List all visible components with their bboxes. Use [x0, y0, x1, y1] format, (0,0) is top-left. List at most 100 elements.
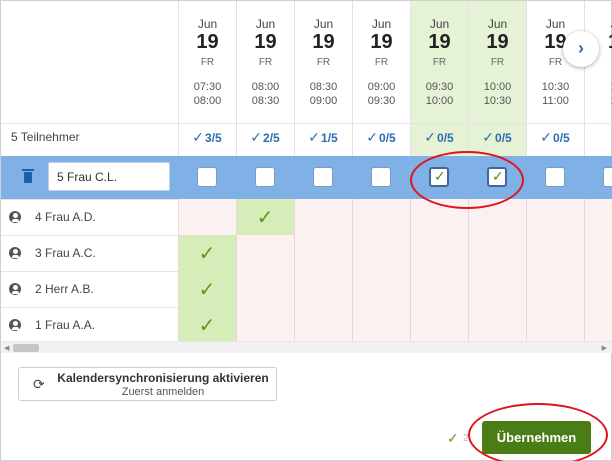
vote-no-cell — [526, 307, 584, 341]
selected-count: 2 — [463, 433, 469, 444]
date-header: Jun 19 FR 10:00 10:30 — [469, 1, 526, 121]
vote-no-cell — [236, 271, 294, 307]
horizontal-scrollbar[interactable]: ◀ ▶ — [1, 341, 612, 353]
trash-can — [24, 172, 32, 183]
time-end: 10:30 — [483, 95, 512, 107]
calendar-sync-subtitle: Zuerst anmelden — [121, 386, 205, 398]
time-start: 08:30 — [309, 81, 338, 93]
check-icon: ✓ — [434, 168, 446, 184]
availability-checkbox[interactable] — [371, 167, 391, 187]
availability-checkbox[interactable] — [313, 167, 333, 187]
date-header: Jun 19 FR 09:00 09:30 — [353, 1, 410, 121]
trash-icon[interactable] — [22, 169, 34, 183]
vote-no-cell — [352, 271, 410, 307]
check-icon: ✓ — [308, 129, 321, 145]
column-divider — [584, 199, 585, 341]
vote-no-cell — [236, 307, 294, 341]
user-icon — [9, 247, 21, 259]
date-month: J — [585, 17, 612, 31]
time-start: 08:00 — [251, 81, 280, 93]
vote-no-cell — [468, 307, 526, 341]
vote-no-cell — [294, 235, 352, 271]
time-end: 09:00 — [309, 95, 338, 107]
chevron-right-icon: › — [578, 38, 584, 58]
vote-count-value: 3/5 — [205, 131, 222, 145]
time-start: 10:00 — [483, 81, 512, 93]
vote-no-cell — [526, 199, 584, 235]
column-divider — [468, 199, 469, 341]
vote-no-cell — [584, 271, 612, 307]
scroll-left-arrow-icon[interactable]: ◀ — [4, 344, 9, 352]
vote-no-cell — [352, 199, 410, 235]
vote-no-cell — [352, 235, 410, 271]
vote-no-cell — [584, 199, 612, 235]
participant-name: 1 Frau A.A. — [35, 318, 96, 332]
check-icon: ✓ — [366, 129, 379, 145]
selected-check-icon: ✓ — [447, 430, 459, 446]
calendar-sync-button[interactable]: ⟳ Kalendersynchronisierung aktivieren Zu… — [18, 367, 277, 401]
availability-checkbox[interactable] — [255, 167, 275, 187]
poll-grid: Jun 19 FR 07:30 08:00 Jun 19 FR 08:00 08:30 Jun 19 F… — [1, 1, 612, 341]
date-month: Jun — [371, 17, 392, 31]
check-icon: ✓ — [192, 129, 205, 145]
date-day: 19 — [486, 31, 509, 53]
date-month: Jun — [429, 17, 450, 31]
participant-name: 4 Frau A.D. — [35, 210, 96, 224]
check-icon: ✓ — [250, 129, 263, 145]
next-dates-button[interactable]: › — [563, 31, 599, 67]
availability-checkbox[interactable]: ✓ — [429, 167, 449, 187]
vote-no-cell — [236, 235, 294, 271]
column-divider — [410, 199, 411, 341]
trash-lid — [22, 169, 34, 171]
time-start: 09:00 — [367, 81, 396, 93]
check-icon: ✓ — [540, 129, 553, 145]
check-icon: ✓ — [492, 168, 504, 184]
column-vote-count: ✓3/5 — [178, 123, 236, 151]
user-icon — [9, 283, 21, 295]
column-vote-count: ✓1/5 — [294, 123, 352, 151]
date-day: 19 — [196, 31, 219, 53]
participant-name-input[interactable] — [48, 162, 170, 191]
vote-count-value: 0/5 — [437, 131, 454, 145]
user-icon — [9, 319, 21, 331]
sync-icon: ⟳ — [33, 376, 45, 392]
time-end: 10:00 — [425, 95, 454, 107]
apply-button[interactable]: Übernehmen — [482, 421, 591, 454]
check-icon: ✓ — [482, 129, 495, 145]
time-end: 09:30 — [367, 95, 396, 107]
scrollbar-thumb[interactable] — [13, 344, 39, 352]
date-header: Jun 19 FR 08:30 09:00 — [295, 1, 352, 121]
date-header: Jun 19 FR 09:30 10:00 — [411, 1, 468, 121]
vote-no-cell — [294, 307, 352, 341]
date-day: 19 — [312, 31, 335, 53]
time-end: 08:30 — [251, 95, 280, 107]
vote-no-cell — [584, 307, 612, 341]
column-divider — [178, 199, 179, 341]
scroll-right-arrow-icon[interactable]: ▶ — [602, 344, 607, 352]
column-vote-count: ✓0/5 — [526, 123, 584, 151]
column-vote-count: ✓0/5 — [352, 123, 410, 151]
date-month: Jun — [197, 17, 218, 31]
date-weekday: FR — [258, 57, 273, 68]
availability-checkbox[interactable] — [197, 167, 217, 187]
calendar-sync-title: Kalendersynchronisierung aktivieren — [57, 371, 269, 385]
vote-no-cell — [584, 235, 612, 271]
check-icon: ✓ — [198, 279, 216, 301]
date-month: Jun — [487, 17, 508, 31]
date-day: 19 — [428, 31, 451, 53]
column-divider — [526, 199, 527, 341]
column-vote-count: ✓2/5 — [236, 123, 294, 151]
user-icon-head — [12, 321, 18, 326]
availability-checkbox[interactable] — [603, 167, 612, 187]
column-divider — [294, 199, 295, 341]
user-icon-body — [11, 218, 19, 222]
vote-yes-cell: ✓ — [178, 271, 236, 307]
vote-no-cell — [410, 235, 468, 271]
time-start: 09:30 — [425, 81, 454, 93]
availability-checkbox[interactable]: ✓ — [487, 167, 507, 187]
time-start: 10:30 — [541, 81, 570, 93]
availability-checkbox[interactable] — [545, 167, 565, 187]
check-icon: ✓ — [198, 315, 216, 337]
check-icon: ✓ — [198, 243, 216, 265]
date-weekday: FR — [200, 57, 215, 68]
